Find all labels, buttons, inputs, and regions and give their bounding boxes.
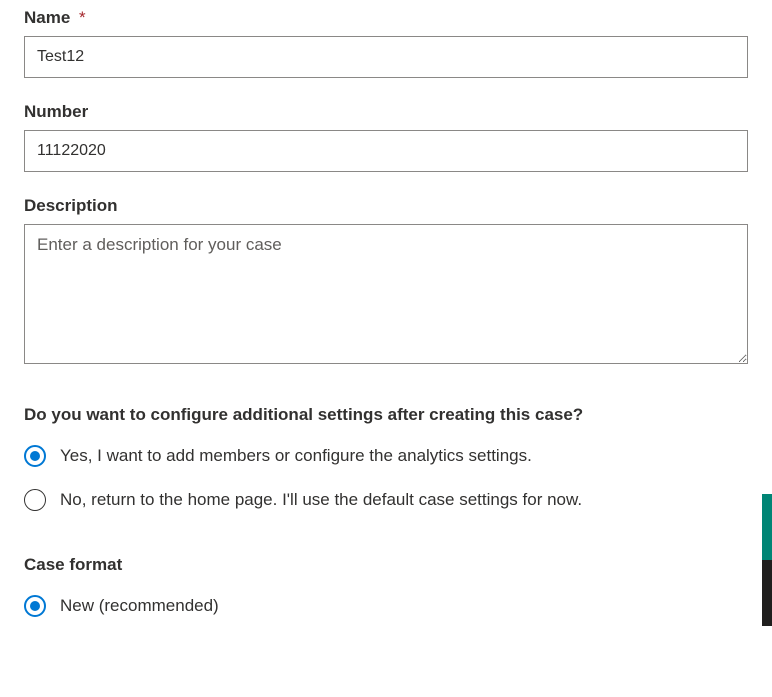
side-accent-dark — [762, 560, 772, 626]
name-field-group: Name * — [24, 8, 748, 78]
description-textarea[interactable] — [24, 224, 748, 364]
configure-heading: Do you want to configure additional sett… — [24, 405, 748, 425]
case-format-radio-new[interactable]: New (recommended) — [24, 595, 748, 617]
radio-dot-icon — [30, 601, 40, 611]
name-label-text: Name — [24, 8, 70, 27]
radio-circle-icon — [24, 445, 46, 467]
description-label: Description — [24, 196, 748, 216]
configure-radio-group: Yes, I want to add members or configure … — [24, 445, 748, 511]
case-format-heading: Case format — [24, 555, 748, 575]
configure-radio-no[interactable]: No, return to the home page. I'll use th… — [24, 489, 748, 511]
name-input[interactable] — [24, 36, 748, 78]
side-accent-teal — [762, 494, 772, 560]
configure-settings-section: Do you want to configure additional sett… — [24, 405, 748, 511]
configure-radio-yes[interactable]: Yes, I want to add members or configure … — [24, 445, 748, 467]
number-input[interactable] — [24, 130, 748, 172]
case-format-section: Case format New (recommended) — [24, 555, 748, 617]
number-label: Number — [24, 102, 748, 122]
case-form: Name * Number Description Do you want to… — [0, 0, 772, 617]
number-field-group: Number — [24, 102, 748, 172]
radio-dot-icon — [30, 451, 40, 461]
configure-no-label: No, return to the home page. I'll use th… — [60, 489, 582, 511]
name-label: Name * — [24, 8, 748, 28]
radio-circle-icon — [24, 489, 46, 511]
configure-yes-label: Yes, I want to add members or configure … — [60, 445, 532, 467]
case-format-new-label: New (recommended) — [60, 595, 219, 617]
radio-circle-icon — [24, 595, 46, 617]
required-asterisk: * — [79, 8, 86, 27]
description-field-group: Description — [24, 196, 748, 369]
case-format-radio-group: New (recommended) — [24, 595, 748, 617]
